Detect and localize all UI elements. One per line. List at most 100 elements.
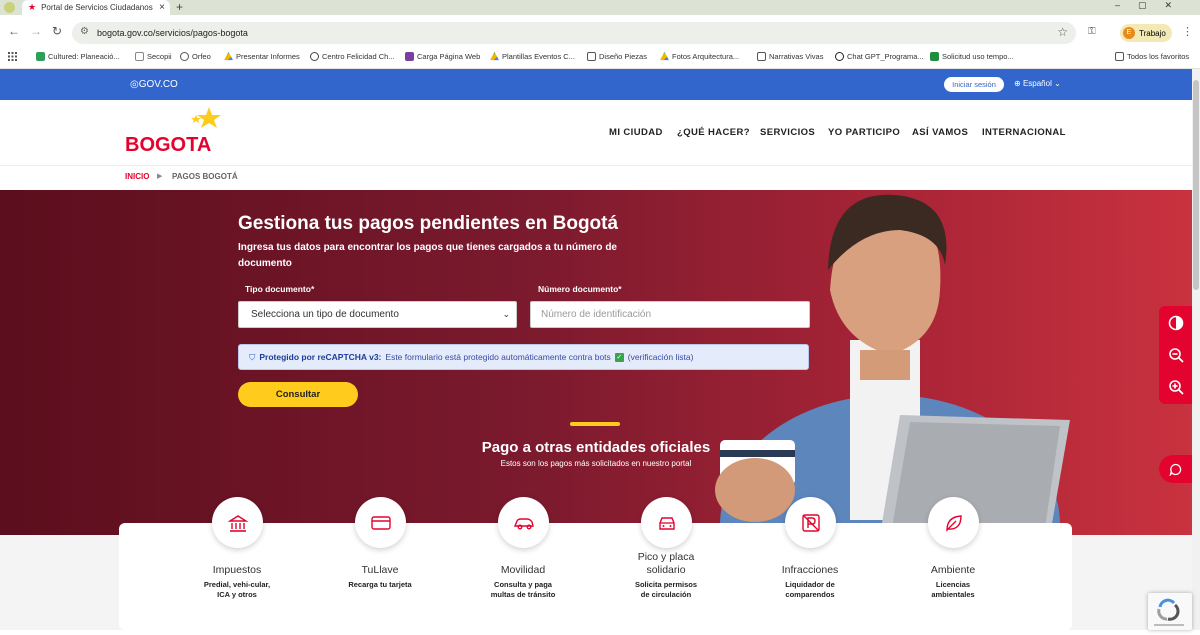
service-title[interactable]: Pico y placa solidario	[626, 551, 706, 577]
service-description: Recarga tu tarjeta	[348, 580, 412, 589]
site-info-icon[interactable]: ⚙	[80, 26, 89, 37]
new-tab-icon[interactable]: +	[176, 0, 183, 14]
car-front-icon	[658, 516, 675, 530]
car-icon	[513, 517, 534, 529]
service-description: Solicita permisos de circulación	[634, 580, 698, 599]
nav-item-4[interactable]: YO PARTICIPO	[828, 127, 900, 138]
chatgpt-icon	[835, 52, 844, 61]
chat-button[interactable]	[1159, 455, 1192, 483]
contrast-icon[interactable]	[1167, 314, 1185, 332]
avatar: E	[1123, 27, 1135, 39]
bogota-logo[interactable]: BOGOTA	[124, 105, 224, 165]
govco-logo[interactable]: ◎GOV.CO	[130, 79, 178, 90]
back-icon[interactable]: ←	[8, 24, 20, 38]
tab-search-icon[interactable]	[4, 2, 15, 13]
reload-icon[interactable]: ↻	[52, 24, 62, 38]
otras-entidades-title: Pago a otras entidades oficiales	[481, 439, 711, 456]
breadcrumb-home-link[interactable]: INICIO	[125, 172, 149, 181]
nav-item-2[interactable]: ¿QUÉ HACER?	[677, 127, 750, 138]
bookmark-item[interactable]: Diseño Piezas	[587, 52, 647, 61]
tipo-documento-label: Tipo documento*	[245, 284, 315, 294]
bookmark-item[interactable]: Todos los favoritos	[1115, 52, 1189, 61]
bookmark-item[interactable]: Fotos Arquitectura...	[660, 52, 739, 61]
shield-icon: ⛉	[249, 351, 256, 362]
recaptcha-logo-icon	[1154, 598, 1184, 626]
folder-icon	[587, 52, 596, 61]
language-selector[interactable]: ⊕ Español ⌄	[1014, 79, 1061, 88]
consultar-button[interactable]: Consultar	[238, 382, 358, 407]
globe-icon	[310, 52, 319, 61]
check-icon: ✓	[614, 352, 624, 362]
breadcrumb-current: PAGOS BOGOTÁ	[172, 172, 238, 181]
service-6-button[interactable]	[928, 497, 979, 548]
login-button[interactable]: Iniciar sesión	[944, 77, 1004, 92]
chevron-down-icon: ⌄	[1054, 79, 1061, 88]
bookmark-item[interactable]: Carga Página Web	[405, 52, 480, 61]
password-key-icon[interactable]: ⚿	[1088, 26, 1096, 37]
service-5-button[interactable]	[785, 497, 836, 548]
close-tab-icon[interactable]: ×	[159, 2, 165, 13]
star-icon	[197, 107, 221, 128]
bookmark-item[interactable]: Presentar Informes	[224, 52, 300, 61]
bookmark-item[interactable]: Narrativas Vivas	[757, 52, 823, 61]
bookmark-item[interactable]: Secopii	[135, 52, 172, 61]
bookmark-item[interactable]: Chat GPT_Programa...	[835, 52, 924, 61]
numero-documento-input[interactable]	[530, 301, 810, 328]
browser-menu-icon[interactable]: ⋮	[1182, 25, 1193, 38]
service-title[interactable]: Impuestos	[172, 564, 302, 577]
bookmark-item[interactable]: Centro Felicidad Ch...	[310, 52, 395, 61]
drive-icon	[660, 52, 669, 61]
service-title[interactable]: Infracciones	[745, 564, 875, 577]
scrollbar-thumb[interactable]	[1193, 80, 1199, 290]
apps-grid-icon[interactable]	[8, 52, 17, 61]
govco-emblem-icon: ◎	[130, 79, 139, 90]
chat-bubble-icon	[1169, 463, 1182, 476]
service-1-button[interactable]	[212, 497, 263, 548]
bookmark-label: Chat GPT_Programa...	[847, 52, 924, 61]
breadcrumb-separator-icon: ▶	[157, 173, 163, 180]
service-title[interactable]: Movilidad	[458, 564, 588, 577]
service-2-button[interactable]	[355, 497, 406, 548]
drive-icon	[490, 52, 499, 61]
nav-item-3[interactable]: SERVICIOS	[760, 127, 815, 138]
folder-icon	[1115, 52, 1124, 61]
nav-item-5[interactable]: ASÍ VAMOS	[912, 127, 968, 138]
service-3-button[interactable]	[498, 497, 549, 548]
forward-icon[interactable]: →	[30, 24, 42, 38]
bookmark-label: Diseño Piezas	[599, 52, 647, 61]
hero-title: Gestiona tus pagos pendientes en Bogotá	[238, 213, 619, 234]
bookmark-label: Fotos Arquitectura...	[672, 52, 740, 61]
zoom-in-icon[interactable]	[1167, 378, 1185, 396]
bookmark-label: Narrativas Vivas	[769, 52, 824, 61]
profile-label: Trabajo	[1139, 28, 1166, 38]
bookmark-star-icon[interactable]: ☆	[1057, 25, 1068, 39]
bookmark-label: Orfeo	[192, 52, 211, 61]
browser-tab[interactable]: ★ Portal de Servicios Ciudadanos ×	[22, 0, 170, 15]
window-controls[interactable]: –▢✕	[1115, 0, 1190, 11]
hero-subtitle: Ingresa tus datos para encontrar los pag…	[238, 242, 617, 269]
nav-item-6[interactable]: INTERNACIONAL	[982, 127, 1066, 138]
recaptcha-badge[interactable]	[1148, 593, 1192, 630]
globe-icon: ⊕	[1014, 79, 1021, 88]
bank-icon	[227, 514, 248, 532]
bookmark-label: Todos los favoritos	[1127, 52, 1190, 61]
orfeo-icon	[180, 52, 189, 61]
profile-chip[interactable]: E Trabajo	[1120, 24, 1172, 42]
zoom-out-icon[interactable]	[1167, 346, 1185, 364]
address-bar[interactable]: ⚙ bogota.gov.co/servicios/pagos-bogota ☆	[72, 22, 1076, 44]
recaptcha-status: (verificación lista)	[627, 352, 694, 362]
service-title[interactable]: Ambiente	[888, 564, 1018, 577]
nav-item-1[interactable]: MI CIUDAD	[609, 127, 663, 138]
service-title[interactable]: TuLlave	[315, 564, 445, 577]
bookmark-item[interactable]: Plantillas Eventos C...	[490, 52, 575, 61]
bookmark-item[interactable]: Cultured: Planeació...	[36, 52, 120, 61]
sheets-icon	[930, 52, 939, 61]
bookmark-label: Secopii	[147, 52, 172, 61]
url-text[interactable]: bogota.gov.co/servicios/pagos-bogota	[97, 28, 248, 38]
service-description: Licencias ambientales	[931, 580, 975, 599]
recaptcha-title: Protegido por reCAPTCHA v3:	[259, 352, 382, 362]
bookmark-item[interactable]: Orfeo	[180, 52, 211, 61]
tipo-documento-select[interactable]: Selecciona un tipo de documento ⌄	[238, 301, 517, 328]
service-4-button[interactable]	[641, 497, 692, 548]
bookmark-item[interactable]: Solicitud uso tempo...	[930, 52, 1014, 61]
